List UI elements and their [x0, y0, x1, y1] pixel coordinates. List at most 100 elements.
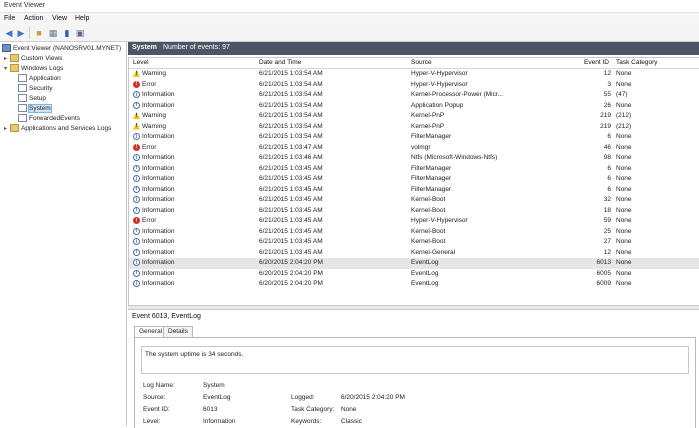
help-icon[interactable]: ▮: [61, 27, 73, 39]
column-task-category[interactable]: Task Category: [616, 59, 658, 66]
table-row[interactable]: i Information 6/21/2015 1:03:45 AM FilterMa…: [129, 185, 699, 196]
row-level: Information: [142, 227, 175, 235]
table-row[interactable]: i Information 6/20/2015 2:04:20 PM EventLog…: [129, 269, 699, 280]
row-date-time: 6/21/2015 1:03:54 AM: [259, 122, 323, 130]
row-source: FilterManager: [411, 175, 452, 182]
event-message-box: The system uptime is 34 seconds.: [141, 346, 689, 374]
tree-item-apps-services-logs[interactable]: ▸ Applications and Services Logs: [4, 124, 111, 133]
column-event-id[interactable]: Event ID: [584, 59, 609, 66]
error-icon: !: [133, 217, 140, 224]
back-arrow-icon[interactable]: ◀: [3, 27, 15, 39]
row-source: Kernel-PnP: [411, 122, 445, 130]
row-level: Information: [142, 259, 175, 266]
row-date-time: 6/21/2015 1:03:45 AM: [259, 196, 323, 203]
table-row[interactable]: i Information 6/21/2015 1:03:54 AM FilterMa…: [129, 132, 699, 143]
table-row[interactable]: ! Error 6/21/2015 1:03:54 AM Hyper-V-Hyperv…: [129, 80, 699, 91]
table-row[interactable]: i Information 6/21/2015 1:03:54 AM Applicat…: [129, 101, 699, 112]
properties-icon[interactable]: ▦: [47, 27, 59, 39]
tree-item-security[interactable]: Security: [18, 84, 52, 93]
menu-file[interactable]: File: [4, 15, 15, 22]
table-header: Level Date and Time Source Event ID Task…: [129, 58, 699, 69]
log-icon: [18, 104, 27, 113]
table-row[interactable]: ! Warning 6/21/2015 1:03:54 AM Kernel-PnP 21…: [129, 122, 699, 133]
panel-icon[interactable]: ▣: [74, 27, 86, 39]
toolbar: ◀ ▶ ■ ▦ ▮ ▣: [0, 25, 699, 42]
folder-icon[interactable]: ■: [33, 27, 45, 39]
event-id-value: 6013: [203, 406, 218, 413]
window-title: Event Viewer: [4, 2, 46, 9]
row-event-id: 219: [600, 112, 611, 119]
row-level: Warning: [142, 122, 166, 130]
column-date-time[interactable]: Date and Time: [259, 59, 301, 66]
tree-item-forwarded-events[interactable]: ForwardedEvents: [18, 114, 80, 123]
column-source[interactable]: Source: [411, 59, 432, 66]
information-icon: i: [133, 101, 140, 109]
table-row[interactable]: i Information 6/21/2015 1:03:45 AM FilterMa…: [129, 164, 699, 175]
menu-view[interactable]: View: [52, 15, 67, 22]
row-event-id: 18: [603, 206, 611, 214]
tree-item-root[interactable]: Event Viewer (NANOSRV01.MYNET): [2, 44, 121, 53]
table-row[interactable]: ! Error 6/21/2015 1:03:47 AM volmgr 46 None: [129, 143, 699, 154]
tree-item-system[interactable]: System: [18, 104, 52, 113]
information-icon: i: [133, 91, 140, 98]
menu-bar: File Action View Help: [0, 13, 699, 25]
row-level: Information: [142, 154, 175, 161]
row-task-category: None: [616, 217, 632, 224]
table-row[interactable]: i Information 6/20/2015 2:04:20 PM EventLog…: [129, 279, 699, 290]
table-row[interactable]: i Information 6/21/2015 1:03:45 AM Kernel-B…: [129, 206, 699, 217]
row-event-id: 6: [607, 133, 611, 140]
warning-icon: !: [133, 70, 140, 77]
source-value: EventLog: [203, 394, 231, 401]
tree-item-setup[interactable]: Setup: [18, 94, 46, 103]
row-task-category: None: [616, 133, 632, 140]
row-level: Information: [142, 175, 175, 182]
row-task-category: None: [616, 196, 632, 203]
row-task-category: None: [616, 175, 632, 182]
row-date-time: 6/21/2015 1:03:54 AM: [259, 101, 323, 109]
table-row[interactable]: i Information 6/21/2015 1:03:45 AM Kernel-B…: [129, 237, 699, 248]
table-row[interactable]: i Information 6/21/2015 1:03:45 AM FilterMa…: [129, 174, 699, 185]
menu-action[interactable]: Action: [24, 15, 43, 22]
tree-item-application[interactable]: Application: [18, 74, 61, 83]
log-name-label: Log Name:: [143, 382, 175, 389]
row-source: EventLog: [411, 280, 439, 287]
table-row[interactable]: i Information 6/21/2015 1:03:45 AM Kernel-G…: [129, 248, 699, 259]
folder-icon: [10, 64, 19, 73]
task-category-label: Task Category:: [291, 406, 335, 413]
row-date-time: 6/21/2015 1:03:45 AM: [259, 206, 323, 214]
row-level: Warning: [142, 112, 166, 119]
row-source: FilterManager: [411, 164, 452, 172]
log-icon: [18, 74, 27, 83]
tree-item-windows-logs[interactable]: ▾ Windows Logs: [4, 64, 63, 73]
row-event-id: 25: [603, 227, 611, 235]
table-row[interactable]: ! Warning 6/21/2015 1:03:54 AM Kernel-PnP 21…: [129, 111, 699, 122]
table-row[interactable]: i Information 6/21/2015 1:03:45 AM Kernel-B…: [129, 227, 699, 238]
column-level[interactable]: Level: [133, 59, 149, 66]
information-icon: i: [133, 269, 140, 277]
table-row[interactable]: i Information 6/21/2015 1:03:46 AM Ntfs (Mi…: [129, 153, 699, 164]
forward-arrow-icon[interactable]: ▶: [15, 27, 27, 39]
folder-icon: [10, 54, 19, 63]
table-row[interactable]: ! Error 6/21/2015 1:03:45 AM Hyper-V-Hyperv…: [129, 216, 699, 227]
tree-item-custom-views[interactable]: ▸ Custom Views: [4, 54, 62, 63]
row-date-time: 6/21/2015 1:03:54 AM: [259, 91, 323, 98]
event-viewer-icon: [2, 44, 11, 53]
row-level: Error: [142, 217, 157, 224]
information-icon: i: [133, 248, 140, 256]
row-task-category: None: [616, 227, 632, 235]
row-event-id: 6013: [596, 259, 611, 266]
row-task-category: None: [616, 206, 632, 214]
table-row[interactable]: i Information 6/21/2015 1:03:45 AM Kernel-B…: [129, 195, 699, 206]
row-level: Information: [142, 206, 175, 214]
keywords-value: Classic: [341, 418, 362, 425]
menu-help[interactable]: Help: [75, 15, 89, 22]
toolbar-separator: [29, 27, 30, 39]
row-level: Information: [142, 164, 175, 172]
table-row[interactable]: ! Warning 6/21/2015 1:03:54 AM Hyper-V-Hype…: [129, 69, 699, 80]
row-date-time: 6/21/2015 1:03:54 AM: [259, 80, 323, 88]
table-row[interactable]: i Information 6/21/2015 1:03:54 AM Kernel-P…: [129, 90, 699, 101]
event-detail-pane: Event 6013, EventLog General Details The…: [128, 309, 699, 428]
information-icon: i: [133, 206, 140, 214]
table-row[interactable]: i Information 6/20/2015 2:04:20 PM EventLog…: [129, 258, 699, 269]
row-task-category: None: [616, 269, 632, 277]
